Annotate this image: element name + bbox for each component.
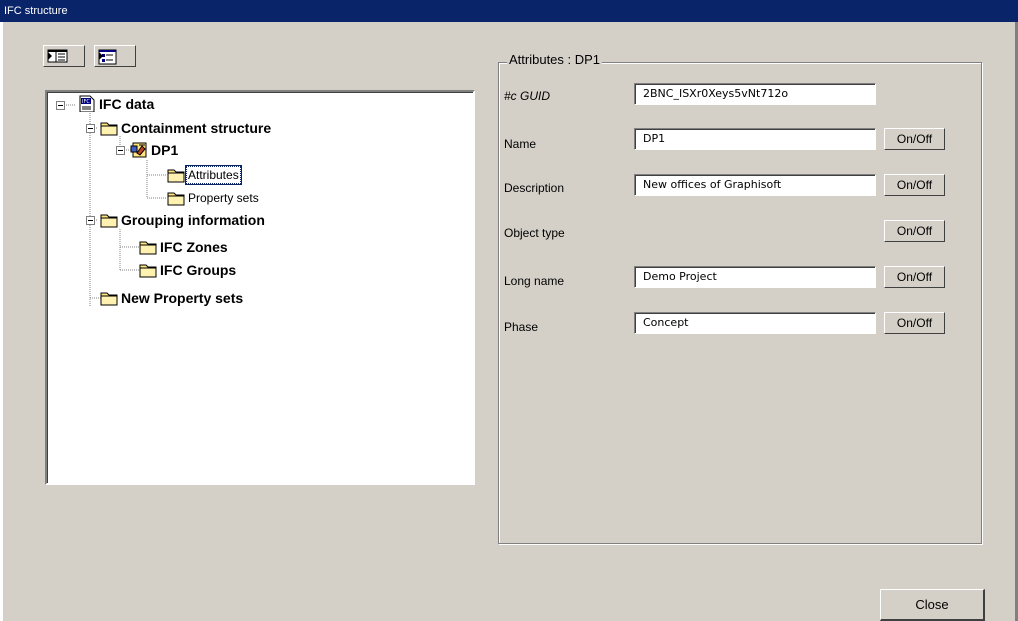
view-panes-button[interactable]	[43, 45, 85, 67]
collapse-grouping[interactable]	[86, 216, 95, 225]
description-onoff-button[interactable]: On/Off	[884, 174, 945, 196]
svg-text:IFC: IFC	[82, 99, 90, 105]
description-label: Description	[504, 181, 565, 195]
window-frame-left	[0, 22, 3, 621]
window-title-bar: IFC structure	[0, 0, 1018, 22]
phase-field[interactable]: Concept	[634, 312, 876, 334]
long-name-label: Long name	[504, 274, 565, 288]
name-onoff-button[interactable]: On/Off	[884, 128, 945, 150]
dropdown-arrow-icon	[99, 52, 103, 60]
folder-icon	[100, 214, 118, 228]
folder-icon	[100, 122, 118, 136]
close-button[interactable]: Close	[880, 589, 985, 621]
description-field[interactable]: New offices of Graphisoft	[634, 174, 876, 196]
folder-icon	[100, 292, 118, 306]
view-details-button[interactable]	[94, 45, 136, 67]
collapse-ifc-data[interactable]	[56, 101, 65, 110]
collapse-dp1[interactable]	[116, 146, 125, 155]
long-name-field[interactable]: Demo Project	[634, 266, 876, 288]
object-type-onoff-button[interactable]: On/Off	[884, 220, 945, 242]
window-title: IFC structure	[4, 5, 68, 17]
tree-connector-lines	[60, 104, 167, 306]
guid-label: #c GUID	[504, 89, 551, 103]
dropdown-arrow-icon	[48, 52, 52, 60]
attributes-group-title: Attributes : DP1	[507, 52, 603, 68]
name-field[interactable]: DP1	[634, 128, 876, 150]
collapse-containment[interactable]	[86, 124, 95, 133]
phase-label: Phase	[504, 320, 539, 334]
folder-icon	[167, 192, 185, 206]
ifc-file-icon: IFC	[79, 95, 95, 112]
folder-icon	[167, 169, 185, 183]
name-label: Name	[504, 137, 537, 151]
long-name-onoff-button[interactable]: On/Off	[884, 266, 945, 288]
phase-onoff-button[interactable]: On/Off	[884, 312, 945, 334]
ifc-tree-view[interactable]: IFC IFC data Containment structure DP1 A…	[45, 90, 475, 485]
project-icon	[130, 142, 147, 158]
guid-field[interactable]: 2BNC_ISXr0Xeys5vNt712o	[634, 83, 876, 105]
object-type-label: Object type	[504, 226, 565, 240]
folder-icon	[139, 264, 157, 278]
folder-icon	[139, 241, 157, 255]
